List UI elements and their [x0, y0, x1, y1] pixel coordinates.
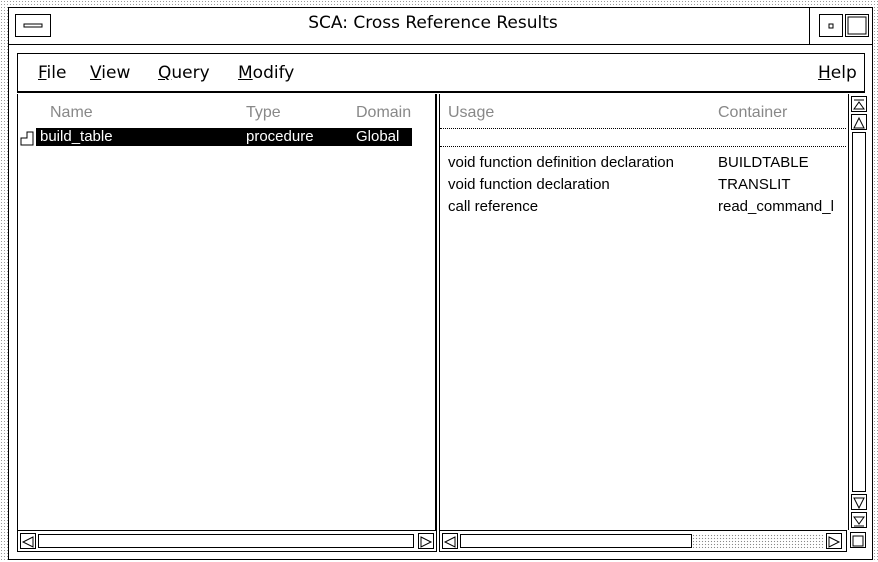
left-scroll-right-button[interactable] [418, 533, 434, 549]
minimize-icon [828, 23, 834, 29]
column-header-name[interactable]: Name [50, 104, 93, 122]
menu-view[interactable]: View [90, 63, 130, 83]
main-window: SCA: Cross Reference Results File View Q… [8, 7, 873, 560]
usage-top-separator [440, 128, 847, 129]
maximize-icon [847, 16, 867, 35]
tree-node-icon[interactable] [20, 130, 34, 146]
scroll-right-arrow-icon [828, 536, 841, 548]
left-scroll-left-button[interactable] [20, 533, 36, 549]
menu-file[interactable]: File [38, 63, 66, 83]
corner-expand-button[interactable] [850, 532, 866, 548]
left-horizontal-scrollbar[interactable] [17, 530, 437, 552]
scroll-top-icon [853, 99, 865, 110]
row-domain[interactable]: Global [356, 128, 399, 145]
menu-view-rest: iew [101, 63, 131, 83]
menu-modify-rest: odify [252, 63, 295, 83]
scroll-up-arrow-icon [853, 116, 865, 129]
right-horizontal-scroll-thumb[interactable] [460, 534, 692, 548]
right-scroll-left-button[interactable] [442, 533, 458, 549]
menu-view-mnemonic: V [90, 63, 102, 83]
menu-query-mnemonic: Q [158, 63, 172, 83]
column-header-type[interactable]: Type [246, 104, 281, 122]
menu-modify[interactable]: Modify [238, 63, 294, 83]
scroll-top-button[interactable] [851, 96, 867, 112]
maximize-button[interactable] [845, 14, 869, 37]
scroll-down-button[interactable] [851, 494, 867, 510]
vertical-scrollbar[interactable] [848, 94, 870, 530]
left-horizontal-scroll-thumb[interactable] [38, 534, 414, 548]
menu-modify-mnemonic: M [238, 63, 253, 83]
menu-bar: File View Query Modify Help [17, 53, 865, 93]
column-header-domain[interactable]: Domain [356, 104, 411, 122]
window-menu-button[interactable] [15, 14, 51, 37]
window-menu-icon [23, 23, 43, 28]
right-horizontal-scrollbar[interactable] [439, 530, 847, 552]
window-title: SCA: Cross Reference Results [57, 8, 810, 44]
menu-file-rest: ile [46, 63, 67, 83]
usage-header-separator [440, 146, 847, 147]
title-bar[interactable]: SCA: Cross Reference Results [9, 8, 872, 45]
right-horizontal-scroll-trough[interactable] [692, 534, 824, 548]
menu-help-mnemonic: H [818, 63, 831, 83]
scroll-bottom-button[interactable] [851, 512, 867, 528]
scroll-left-arrow-icon [21, 536, 34, 548]
menu-help-rest: elp [830, 63, 857, 83]
symbol-list-pane[interactable]: Name Type Domain build_table procedure G… [17, 94, 437, 530]
container-cell[interactable]: TRANSLIT [718, 176, 791, 193]
vertical-scroll-thumb[interactable] [852, 132, 866, 492]
column-header-container[interactable]: Container [718, 104, 787, 122]
row-type[interactable]: procedure [246, 128, 314, 145]
minimize-button[interactable] [819, 14, 843, 37]
expand-icon [852, 535, 864, 547]
usage-cell[interactable]: call reference [448, 198, 538, 215]
column-header-usage[interactable]: Usage [448, 104, 494, 122]
scroll-bottom-icon [853, 516, 865, 527]
usage-cell[interactable]: void function definition declaration [448, 154, 674, 171]
usage-list-pane[interactable]: Usage Container void function definition… [439, 94, 847, 530]
menu-help[interactable]: Help [818, 63, 857, 83]
right-scroll-right-button[interactable] [826, 533, 842, 549]
scroll-down-arrow-icon [853, 497, 865, 510]
container-cell[interactable]: read_command_l [718, 198, 834, 215]
menu-query-rest: uery [171, 63, 210, 83]
menu-query[interactable]: Query [158, 63, 210, 83]
scroll-up-button[interactable] [851, 114, 867, 130]
container-cell[interactable]: BUILDTABLE [718, 154, 809, 171]
usage-cell[interactable]: void function declaration [448, 176, 610, 193]
row-name[interactable]: build_table [40, 128, 113, 145]
scroll-right-arrow-icon [420, 536, 433, 548]
menu-file-mnemonic: F [38, 63, 47, 83]
scroll-left-arrow-icon [443, 536, 456, 548]
